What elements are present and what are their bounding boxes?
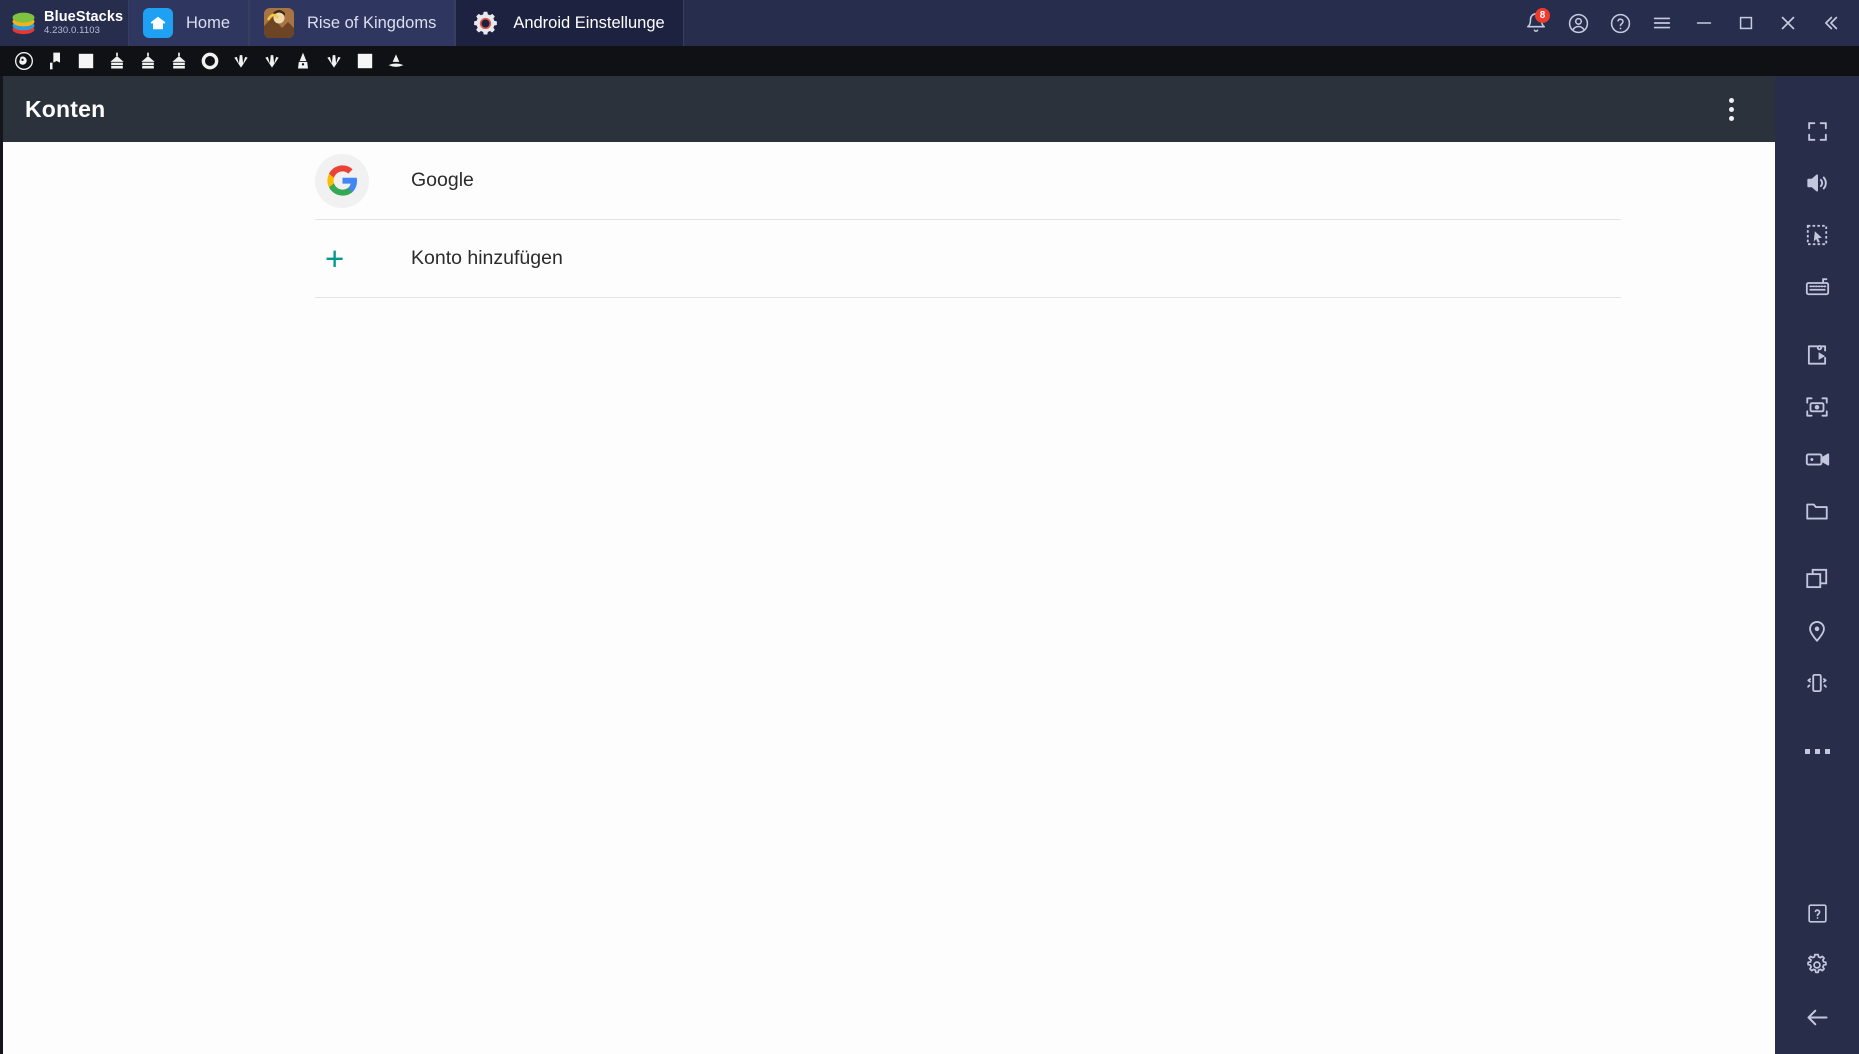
tab-home[interactable]: Home [128,0,250,46]
shake-device-icon[interactable] [1786,658,1848,708]
building-shortcut-icon[interactable] [163,46,194,76]
square-shortcut-icon[interactable] [70,46,101,76]
overflow-dot [1728,115,1734,121]
game-shortcut-bar [0,46,1859,76]
titlebar-spacer [684,0,1515,46]
burst-shortcut-icon[interactable] [225,46,256,76]
tab-rise-of-kingdoms-label: Rise of Kingdoms [307,13,437,32]
brand-area: BlueStacks 4.230.0.1103 [0,0,128,46]
collapse-button[interactable] [1809,0,1851,46]
folder-icon[interactable] [1786,486,1848,536]
bird-shortcut-icon[interactable] [380,46,411,76]
tab-home-label: Home [186,13,231,32]
add-account-icon-wrap: + [315,242,411,275]
square-shortcut-icon[interactable] [349,46,380,76]
tab-android-settings[interactable]: Android Einstellunge [455,0,684,46]
google-g-icon [315,153,369,208]
tab-strip: Home Rise of Kingdoms Android Einstellun… [128,0,684,46]
tools-sidebar [1775,76,1859,1054]
page-title: Konten [25,95,106,122]
burst-shortcut-icon[interactable] [256,46,287,76]
title-bar: BlueStacks 4.230.0.1103 Home Rise of Kin… [0,0,1859,46]
accounts-list: Google + Konto hinzufügen [157,142,1621,298]
bluestacks-logo-icon [10,10,37,37]
gear-icon[interactable] [1786,940,1848,990]
home-icon [143,8,173,38]
account-icon-wrap [315,153,411,208]
minimize-button[interactable] [1683,0,1725,46]
game-avatar-icon [264,8,295,38]
keyboard-icon[interactable] [1786,262,1848,312]
tower-shortcut-icon[interactable] [287,46,318,76]
account-button[interactable] [1557,0,1599,46]
list-item-add-account[interactable]: + Konto hinzufügen [315,220,1621,298]
accounts-content: Google + Konto hinzufügen [3,142,1775,1054]
more-dot [1804,748,1810,754]
body-area: Konten Google + Konto hinzufügen [0,76,1859,1054]
copy-windows-icon[interactable] [1786,554,1848,604]
plus-icon: + [325,240,345,277]
more-vert-icon[interactable] [1709,87,1753,131]
location-pin-icon[interactable] [1786,606,1848,656]
help-button[interactable] [1599,0,1641,46]
more-horizontal-icon[interactable] [1786,726,1848,776]
list-item-google-account[interactable]: Google [315,142,1621,220]
add-account-label: Konto hinzufügen [411,247,563,269]
gear-icon [470,8,500,38]
camera-icon[interactable] [1786,382,1848,432]
notification-badge: 8 [1535,8,1550,23]
account-label: Google [411,169,474,191]
maximize-button[interactable] [1725,0,1767,46]
volume-icon[interactable] [1786,158,1848,208]
android-view: Konten Google + Konto hinzufügen [0,76,1775,1054]
overflow-dot [1728,97,1734,103]
tab-android-settings-label: Android Einstellunge [513,13,665,32]
overflow-dot [1728,106,1734,112]
tab-rise-of-kingdoms[interactable]: Rise of Kingdoms [249,0,456,46]
brand-text: BlueStacks 4.230.0.1103 [44,10,123,35]
more-dots [1804,748,1830,754]
script-play-icon[interactable] [1786,330,1848,380]
burst-shortcut-icon[interactable] [318,46,349,76]
helmet-shortcut-icon[interactable] [8,46,39,76]
select-cursor-icon[interactable] [1786,210,1848,260]
more-dot [1824,748,1830,754]
building-shortcut-icon[interactable] [101,46,132,76]
brand-name: BlueStacks [44,9,124,26]
fullscreen-icon[interactable] [1786,106,1848,156]
notifications-button[interactable]: 8 [1515,0,1557,46]
more-dot [1814,748,1820,754]
building-shortcut-icon[interactable] [132,46,163,76]
arrow-left-icon[interactable] [1786,992,1848,1042]
video-camera-icon[interactable] [1786,434,1848,484]
brand-version: 4.230.0.1103 [44,24,100,36]
bluestacks-window: BlueStacks 4.230.0.1103 Home Rise of Kin… [0,0,1859,1054]
banner-shortcut-icon[interactable] [39,46,70,76]
help-square-icon[interactable] [1786,888,1848,938]
hamburger-menu-button[interactable] [1641,0,1683,46]
android-app-bar: Konten [3,76,1775,142]
window-controls: 8 [1515,0,1859,46]
close-button[interactable] [1767,0,1809,46]
ring-shortcut-icon[interactable] [194,46,225,76]
